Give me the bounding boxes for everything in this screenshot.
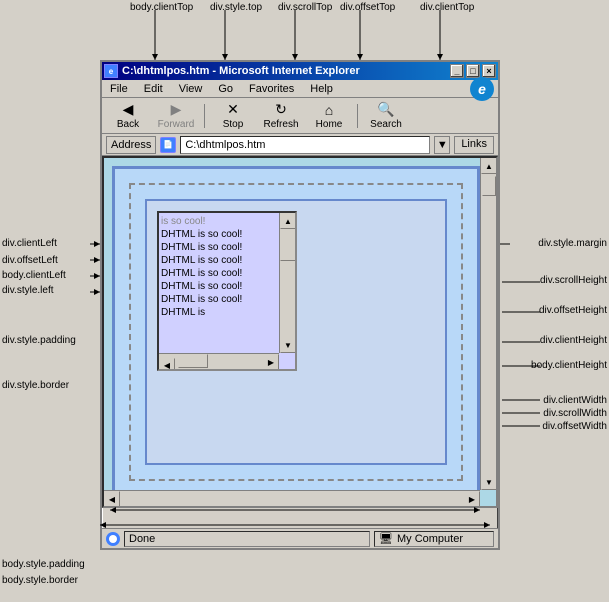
title-bar: e C:\dhtmlpos.htm - Microsoft Internet E…	[102, 62, 498, 80]
stop-button[interactable]: ✕ Stop	[211, 100, 255, 132]
label-div-client-width: div.clientWidth	[543, 395, 607, 406]
text-scrollbar-h[interactable]: ◀ ▶	[159, 353, 279, 369]
label-div-offset-top: div.offsetTop	[340, 2, 395, 13]
menu-edit[interactable]: Edit	[140, 82, 167, 96]
home-button[interactable]: ⌂ Home	[307, 100, 351, 132]
div-margin-box: ▲ ▼ ◀ ▶ is s	[129, 183, 463, 481]
forward-button[interactable]: ▶ Forward	[154, 100, 198, 132]
status-text: Done	[124, 531, 370, 547]
label-div-offset-left: div.offsetLeft	[2, 255, 58, 266]
label-div-scroll-height: div.scrollHeight	[540, 275, 607, 286]
forward-icon: ▶	[166, 102, 186, 118]
address-dropdown[interactable]: ▼	[434, 136, 450, 154]
title-bar-buttons[interactable]: _ □ ×	[450, 64, 496, 78]
label-div-style-border: div.style.border	[2, 380, 69, 391]
body-outer-box: ▲ ▼ ◀ ▶ is s	[112, 166, 480, 498]
main-scroll-left[interactable]: ◀	[104, 491, 120, 507]
toolbar: ◀ Back ▶ Forward ✕ Stop ↻ Refresh ⌂ Home	[102, 98, 498, 134]
address-label: Address	[106, 136, 156, 154]
address-input[interactable]: C:\dhtmlpos.htm	[180, 136, 430, 154]
main-scroll-up[interactable]: ▲	[481, 158, 497, 174]
address-bar: Address 📄 C:\dhtmlpos.htm ▼ Links	[102, 134, 498, 156]
ie-logo: e	[470, 77, 494, 101]
label-div-scroll-top: div.scrollTop	[278, 2, 332, 13]
menu-favorites[interactable]: Favorites	[245, 82, 298, 96]
back-button[interactable]: ◀ Back	[106, 100, 150, 132]
search-icon: 🔍	[376, 102, 396, 118]
close-button[interactable]: ×	[482, 64, 496, 78]
label-div-style-top: div.style.top	[210, 2, 262, 13]
label-body-style-border: body.style.border	[2, 575, 78, 586]
diagram-container: body.clientTop div.style.top div.scrollT…	[0, 0, 609, 602]
main-scrollbar-h[interactable]: ◀ ▶	[104, 490, 480, 506]
main-scroll-down[interactable]: ▼	[481, 474, 497, 490]
title-bar-left: e C:\dhtmlpos.htm - Microsoft Internet E…	[104, 64, 360, 78]
ie-window: e C:\dhtmlpos.htm - Microsoft Internet E…	[100, 60, 500, 550]
toolbar-separator-2	[357, 104, 358, 128]
address-page-icon: 📄	[160, 137, 176, 153]
menu-help[interactable]: Help	[306, 82, 337, 96]
label-div-offset-height: div.offsetHeight	[539, 305, 607, 316]
scroll-text-content: is so cool! DHTML is so cool! DHTML is s…	[159, 213, 279, 353]
stop-icon: ✕	[223, 102, 243, 118]
status-bar: Done 🖥 My Computer	[102, 528, 498, 548]
scroll-thumb-h[interactable]	[178, 354, 208, 368]
toolbar-separator-1	[204, 104, 205, 128]
label-div-client-top2: div.clientTop	[420, 2, 474, 13]
main-scroll-right[interactable]: ▶	[464, 491, 480, 507]
label-div-offset-width: div.offsetWidth	[542, 421, 607, 432]
main-scrollbar-v[interactable]: ▲ ▼	[480, 158, 496, 490]
home-icon: ⌂	[319, 102, 339, 118]
label-div-style-padding: div.style.padding	[2, 335, 76, 346]
label-div-client-left: div.clientLeft	[2, 238, 57, 249]
text-scrollbar-v[interactable]: ▲ ▼	[279, 213, 295, 353]
menu-file[interactable]: File	[106, 82, 132, 96]
scroll-down-arrow[interactable]: ▼	[280, 337, 296, 353]
label-body-client-top: body.clientTop	[130, 2, 193, 13]
minimize-button[interactable]: _	[450, 64, 464, 78]
menu-go[interactable]: Go	[214, 82, 237, 96]
maximize-button[interactable]: □	[466, 64, 480, 78]
status-icon	[106, 532, 120, 546]
title-bar-text: C:\dhtmlpos.htm - Microsoft Internet Exp…	[122, 65, 360, 77]
menu-view[interactable]: View	[175, 82, 207, 96]
label-div-style-margin: div.style.margin	[538, 238, 607, 249]
links-button[interactable]: Links	[454, 136, 494, 154]
label-div-style-left: div.style.left	[2, 285, 54, 296]
refresh-button[interactable]: ↻ Refresh	[259, 100, 303, 132]
browser-content: ▲ ▼ ◀ ▶ is s	[102, 156, 498, 508]
text-scroll-box: ▲ ▼ ◀ ▶ is s	[157, 211, 297, 371]
scroll-right-arrow[interactable]: ▶	[263, 354, 279, 370]
ie-icon: e	[104, 64, 118, 78]
search-button[interactable]: 🔍 Search	[364, 100, 408, 132]
scroll-thumb-v[interactable]	[280, 231, 296, 261]
label-div-client-height: div.clientHeight	[540, 335, 607, 346]
menu-bar: File Edit View Go Favorites Help e	[102, 80, 498, 98]
label-body-client-left: body.clientLeft	[2, 270, 66, 281]
refresh-icon: ↻	[271, 102, 291, 118]
label-body-client-height: body.clientHeight	[531, 360, 607, 371]
scroll-up-arrow[interactable]: ▲	[280, 213, 296, 229]
scroll-left-arrow[interactable]: ◀	[159, 358, 175, 372]
main-scroll-thumb[interactable]	[482, 176, 496, 196]
status-computer: 🖥 My Computer	[374, 531, 494, 547]
div-padding-box: ▲ ▼ ◀ ▶ is s	[145, 199, 447, 465]
back-icon: ◀	[118, 102, 138, 118]
label-div-scroll-width: div.scrollWidth	[543, 408, 607, 419]
label-body-style-padding: body.style.padding	[2, 559, 85, 570]
